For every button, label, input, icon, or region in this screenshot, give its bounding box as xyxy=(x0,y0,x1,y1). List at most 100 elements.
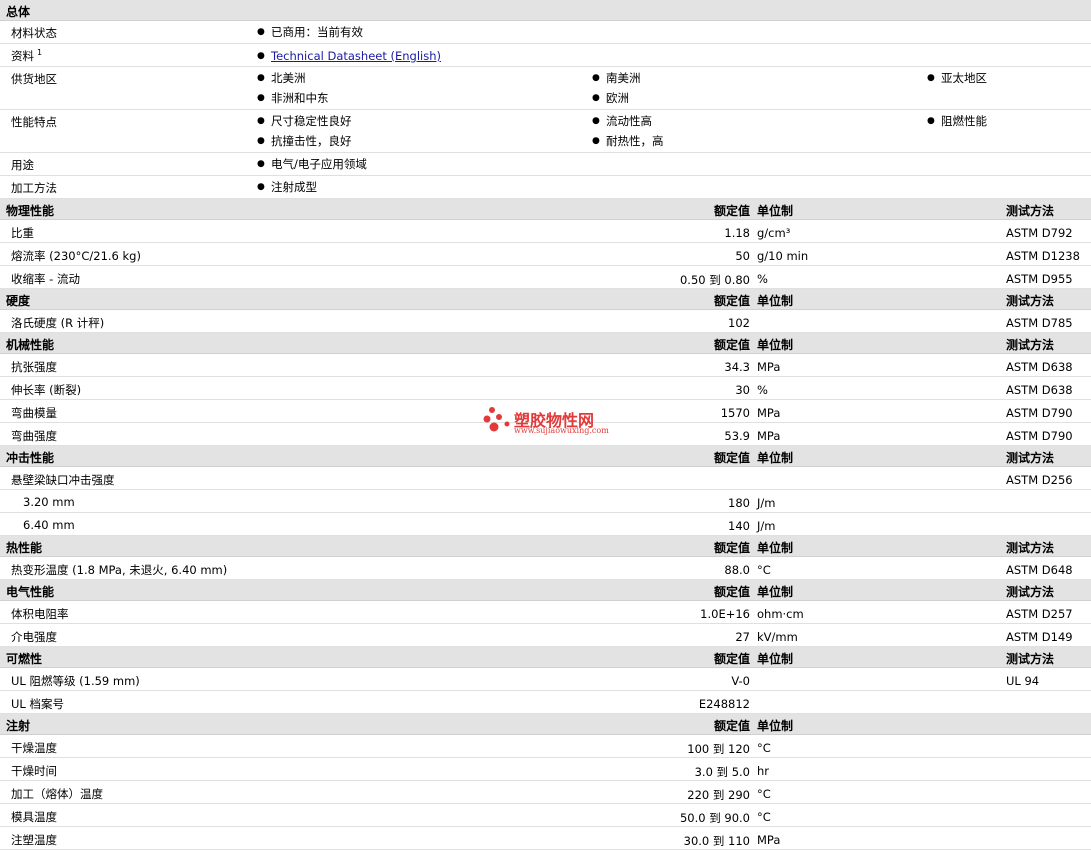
property-unit: kV/mm xyxy=(757,630,798,644)
column-header-unit: 单位制 xyxy=(757,719,794,733)
watermark-url: www.sujiaowuxing.com xyxy=(514,426,609,435)
section-title: 注射 xyxy=(6,719,31,733)
property-unit: °C xyxy=(757,741,771,755)
property-row: 收缩率 - 流动 0.50 到 0.80% ASTM D955 xyxy=(0,266,1091,289)
bullet-item: 已商用：当前有效 xyxy=(257,25,363,39)
section-header: 冲击性能 额定值 单位制 测试方法 xyxy=(0,446,1091,467)
column-header-value: 额定值 xyxy=(713,338,750,352)
bullet-item: 注射成型 xyxy=(257,180,317,194)
property-label: 干燥温度 xyxy=(11,741,57,755)
property-unit: J/m xyxy=(757,496,776,510)
property-unit: % xyxy=(757,272,768,286)
property-row: UL 档案号 E248812 xyxy=(0,691,1091,714)
section-title: 热性能 xyxy=(6,541,43,555)
property-unit: g/10 min xyxy=(757,249,809,263)
property-row: 3.20 mm 180 J/m xyxy=(0,490,1091,513)
property-row: 干燥时间 3.0 到 5.0 hr xyxy=(0,758,1091,781)
property-value: 100 到 120 xyxy=(687,742,750,756)
row-application: 用途 电气/电子应用领域 xyxy=(0,153,1091,176)
property-value: 1.18 xyxy=(724,226,750,240)
column-header-value: 额定值 xyxy=(713,204,750,218)
row-material-status: 材料状态 已商用：当前有效 xyxy=(0,21,1091,44)
property-label: 弯曲模量 xyxy=(11,406,57,420)
property-unit: MPa xyxy=(757,833,781,847)
property-unit: °C xyxy=(757,787,771,801)
property-label: 介电强度 xyxy=(11,630,57,644)
property-value: 30.0 到 110 xyxy=(683,834,750,848)
row-label: 性能特点 xyxy=(11,115,57,129)
property-label: 6.40 mm xyxy=(23,518,75,532)
test-method: ASTM D638 xyxy=(1006,383,1073,397)
test-method: ASTM D792 xyxy=(1006,226,1073,240)
column-header-test: 测试方法 xyxy=(1006,541,1055,555)
row-processing: 加工方法 注射成型 xyxy=(0,176,1091,199)
property-value: 3.0 到 5.0 xyxy=(694,765,750,779)
property-label: 洛氏硬度 (R 计秤) xyxy=(11,316,105,330)
property-unit: MPa xyxy=(757,406,781,420)
section-header: 物理性能 额定值 单位制 测试方法 xyxy=(0,199,1091,220)
property-label: UL 档案号 xyxy=(11,697,64,711)
property-value: 180 xyxy=(728,496,750,510)
bullet-item: 南美洲 xyxy=(592,71,641,85)
test-method: ASTM D785 xyxy=(1006,316,1073,330)
column-header-value: 额定值 xyxy=(713,294,750,308)
test-method: ASTM D1238 xyxy=(1006,249,1080,263)
property-value: E248812 xyxy=(698,697,750,711)
column-header-unit: 单位制 xyxy=(757,541,794,555)
property-row: 热变形温度 (1.8 MPa, 未退火, 6.40 mm) 88.0 °C ASTM … xyxy=(0,557,1091,580)
section-title: 电气性能 xyxy=(6,585,55,599)
test-method: ASTM D790 xyxy=(1006,429,1073,443)
property-row: 干燥温度 100 到 120 °C xyxy=(0,735,1091,758)
row-label: 用途 xyxy=(11,158,34,172)
watermark-dots-icon xyxy=(483,407,510,432)
section-title: 机械性能 xyxy=(6,338,55,352)
property-value: 0.50 到 0.80 xyxy=(679,273,750,287)
property-label: 收缩率 - 流动 xyxy=(11,272,80,286)
column-header-unit: 单位制 xyxy=(757,585,794,599)
row-label: 加工方法 xyxy=(11,181,57,195)
row-label: 材料状态 xyxy=(11,26,57,40)
row-features: 性能特点 尺寸稳定性良好 流动性高 阻燃性能 抗撞击性，良好 耐热性，高 xyxy=(0,110,1091,153)
column-header-unit: 单位制 xyxy=(757,204,794,218)
property-row: 抗张强度 34.3 MPa ASTM D638 xyxy=(0,354,1091,377)
property-value: 1570 xyxy=(720,406,750,420)
column-header-test: 测试方法 xyxy=(1006,652,1055,666)
property-unit: °C xyxy=(757,563,771,577)
property-label: UL 阻燃等级 (1.59 mm) xyxy=(11,674,140,688)
property-value: 27 xyxy=(735,630,750,644)
property-unit: ohm·cm xyxy=(757,607,804,621)
technical-datasheet-link[interactable]: Technical Datasheet (English) xyxy=(271,49,441,63)
property-value: 50.0 到 90.0 xyxy=(679,811,750,825)
test-method: ASTM D256 xyxy=(1006,473,1073,487)
bullet-item: 流动性高 xyxy=(592,114,652,128)
property-unit: g/cm³ xyxy=(757,226,791,240)
bullet-item: 尺寸稳定性良好 xyxy=(257,114,352,128)
section-title: 可燃性 xyxy=(6,652,43,666)
property-label: 体积电阻率 xyxy=(11,607,69,621)
property-value: 140 xyxy=(728,519,750,533)
property-row: 加工（熔体）温度 220 到 290 °C xyxy=(0,781,1091,804)
section-header: 热性能 额定值 单位制 测试方法 xyxy=(0,536,1091,557)
column-header-test: 测试方法 xyxy=(1006,294,1055,308)
bullet-item: Technical Datasheet (English) xyxy=(257,49,441,63)
property-value: 30 xyxy=(735,383,750,397)
section-title: 物理性能 xyxy=(6,204,55,218)
column-header-unit: 单位制 xyxy=(757,294,794,308)
property-unit: °C xyxy=(757,810,771,824)
section-header-general: 总体 xyxy=(0,0,1091,21)
section-title: 冲击性能 xyxy=(6,451,55,465)
property-row: 模具温度 50.0 到 90.0 °C xyxy=(0,804,1091,827)
bullet-item: 耐热性，高 xyxy=(592,134,664,148)
property-row: 比重 1.18 g/cm³ ASTM D792 xyxy=(0,220,1091,243)
section-header: 机械性能 额定值 单位制 测试方法 xyxy=(0,333,1091,354)
property-label: 模具温度 xyxy=(11,810,57,824)
property-label: 3.20 mm xyxy=(23,495,75,509)
property-row: 洛氏硬度 (R 计秤) 102 ASTM D785 xyxy=(0,310,1091,333)
property-label: 热变形温度 (1.8 MPa, 未退火, 6.40 mm) xyxy=(11,563,228,577)
bullet-item: 亚太地区 xyxy=(927,71,987,85)
column-header-test: 测试方法 xyxy=(1006,451,1055,465)
column-header-value: 额定值 xyxy=(713,541,750,555)
property-label: 悬壁梁缺口冲击强度 xyxy=(11,473,115,487)
test-method: UL 94 xyxy=(1006,674,1040,688)
property-value: 220 到 290 xyxy=(687,788,750,802)
